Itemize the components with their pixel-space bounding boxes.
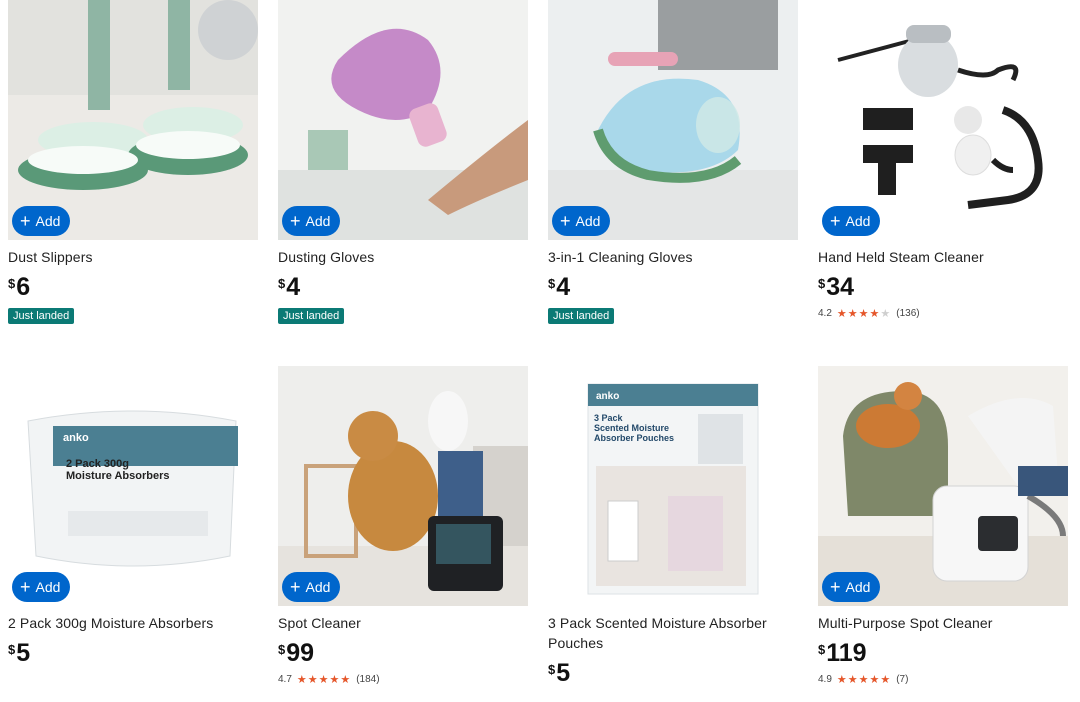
plus-icon: + (830, 211, 841, 231)
product-price: $99 (278, 639, 315, 667)
add-button[interactable]: + Add (552, 206, 611, 236)
star-rating-icon: ★★★★★ (836, 674, 892, 686)
product-price: $4 (548, 273, 571, 301)
product-title[interactable]: 2 Pack 300g Moisture Absorbers (8, 613, 258, 633)
just-landed-badge: Just landed (8, 308, 75, 324)
product-card[interactable]: anko 2 Pack 300g Moisture Absorbers + Add… (8, 366, 258, 667)
package-brand: anko (63, 432, 89, 444)
just-landed-badge: Just landed (548, 308, 615, 324)
product-title[interactable]: Multi-Purpose Spot Cleaner (818, 613, 1068, 633)
add-button[interactable]: + Add (12, 572, 71, 602)
product-rating: 4.7 ★★★★★ (184) (278, 673, 528, 686)
rating-value: 4.7 (278, 674, 292, 685)
product-card[interactable]: + Add 3-in-1 Cleaning Gloves $4 Just land… (548, 0, 798, 324)
product-title[interactable]: Dusting Gloves (278, 247, 528, 267)
package-line-3: Absorber Pouches (594, 433, 674, 443)
star-rating-icon: ★★★★★ (836, 308, 892, 320)
product-price: $119 (818, 639, 867, 667)
star-rating-icon: ★★★★★ (296, 674, 352, 686)
product-title[interactable]: Spot Cleaner (278, 613, 528, 633)
product-image[interactable]: + Add (818, 366, 1068, 606)
just-landed-badge: Just landed (278, 308, 345, 324)
product-price: $5 (548, 659, 571, 687)
add-button[interactable]: + Add (282, 206, 341, 236)
product-image[interactable]: + Add (818, 0, 1068, 240)
add-button[interactable]: + Add (822, 572, 881, 602)
product-image[interactable]: + Add (8, 0, 258, 240)
product-image[interactable]: anko 2 Pack 300g Moisture Absorbers + Add (8, 366, 258, 606)
review-count[interactable]: (136) (896, 308, 919, 319)
plus-icon: + (20, 211, 31, 231)
plus-icon: + (560, 211, 571, 231)
product-price: $34 (818, 273, 855, 301)
product-image[interactable]: + Add (548, 0, 798, 240)
product-card[interactable]: + Add Dusting Gloves $4 Just landed (278, 0, 528, 324)
rating-value: 4.9 (818, 674, 832, 685)
product-price: $6 (8, 273, 31, 301)
product-title[interactable]: 3 Pack Scented Moisture Absorber Pouches (548, 613, 798, 653)
product-card[interactable]: + Add Hand Held Steam Cleaner $34 4.2 ★★★… (818, 0, 1068, 320)
package-line-1: 2 Pack 300g (66, 458, 129, 470)
product-title[interactable]: Dust Slippers (8, 247, 258, 267)
package-brand: anko (596, 391, 619, 402)
product-price: $5 (8, 639, 31, 667)
add-button[interactable]: + Add (282, 572, 341, 602)
plus-icon: + (290, 577, 301, 597)
package-line-2: Scented Moisture (594, 423, 669, 433)
package-line-1: 3 Pack (594, 413, 624, 423)
add-button[interactable]: + Add (822, 206, 881, 236)
package-line-2: Moisture Absorbers (66, 470, 170, 482)
plus-icon: + (290, 211, 301, 231)
product-card[interactable]: + Add Spot Cleaner $99 4.7 ★★★★★ (184) (278, 366, 528, 686)
plus-icon: + (20, 577, 31, 597)
plus-icon: + (830, 577, 841, 597)
review-count[interactable]: (7) (896, 674, 908, 685)
add-button[interactable]: + Add (12, 206, 71, 236)
review-count[interactable]: (184) (356, 674, 379, 685)
product-price: $4 (278, 273, 301, 301)
product-title[interactable]: 3-in-1 Cleaning Gloves (548, 247, 798, 267)
product-rating: 4.2 ★★★★★ (136) (818, 307, 1068, 320)
product-image[interactable]: + Add (278, 366, 528, 606)
product-image[interactable]: anko 3 Pack Scented Moisture Absorber Po… (548, 366, 798, 606)
product-card[interactable]: + Add Multi-Purpose Spot Cleaner $119 4.9… (818, 366, 1068, 686)
product-image[interactable]: + Add (278, 0, 528, 240)
product-title[interactable]: Hand Held Steam Cleaner (818, 247, 1068, 267)
product-card[interactable]: anko 3 Pack Scented Moisture Absorber Po… (548, 366, 798, 687)
product-rating: 4.9 ★★★★★ (7) (818, 673, 1068, 686)
product-card[interactable]: + Add Dust Slippers $6 Just landed (8, 0, 258, 324)
rating-value: 4.2 (818, 308, 832, 319)
